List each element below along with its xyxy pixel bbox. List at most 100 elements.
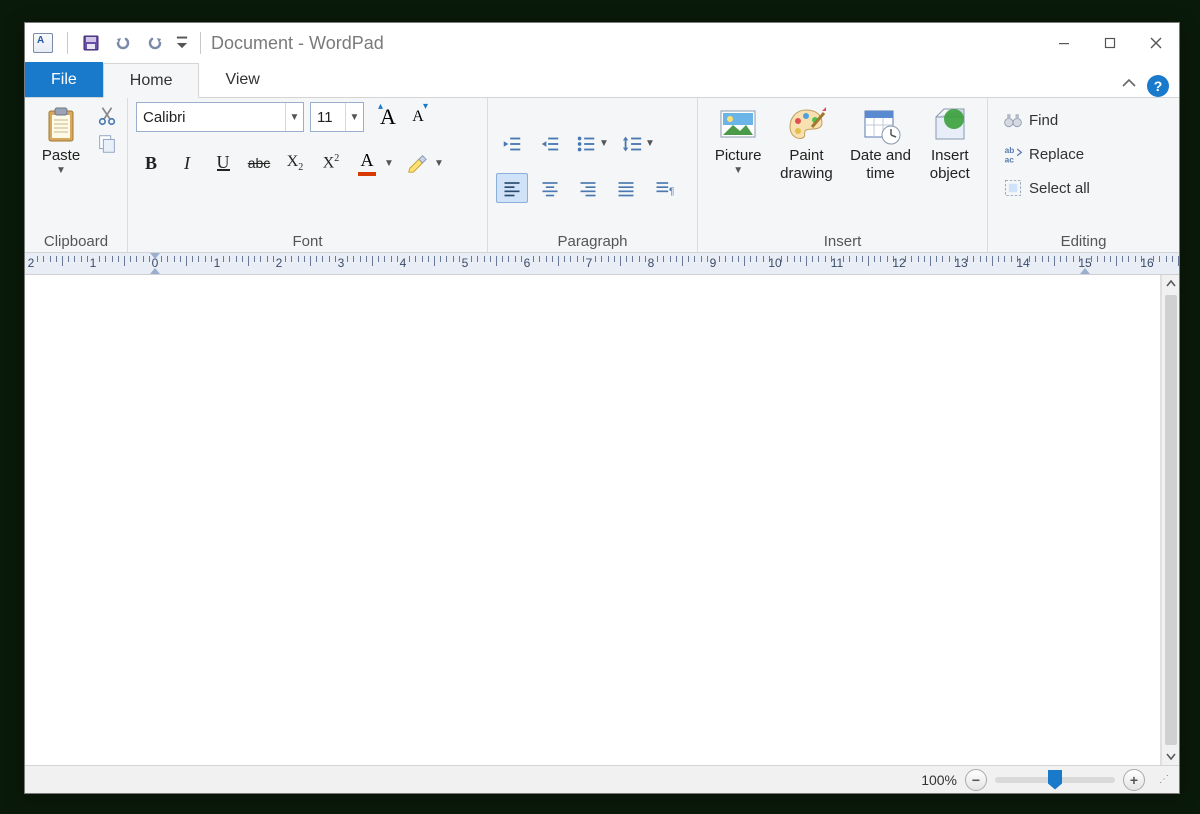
replace-button[interactable]: abac Replace <box>996 138 1091 170</box>
tab-view[interactable]: View <box>199 62 285 97</box>
italic-button[interactable]: I <box>172 148 202 178</box>
zoom-in-button[interactable]: + <box>1123 769 1145 791</box>
select-all-icon <box>1003 178 1023 198</box>
save-button[interactable] <box>78 30 104 56</box>
copy-icon <box>96 133 118 155</box>
find-label: Find <box>1029 112 1058 129</box>
maximize-icon <box>1104 37 1116 49</box>
increase-indent-button[interactable] <box>534 129 566 159</box>
align-right-button[interactable] <box>572 173 604 203</box>
close-button[interactable] <box>1133 23 1179 63</box>
justify-icon <box>616 178 636 198</box>
dropdown-icon: ▼ <box>733 165 743 176</box>
ribbon: Paste ▼ Clipboard <box>25 98 1179 253</box>
zoom-thumb[interactable] <box>1048 770 1062 790</box>
group-editing: Find abac Replace Select all Editing <box>988 98 1179 252</box>
scrollbar-track[interactable] <box>1165 295 1177 745</box>
insert-picture-label: Picture <box>715 147 762 165</box>
cut-button[interactable] <box>95 104 119 128</box>
maximize-button[interactable] <box>1087 23 1133 63</box>
group-clipboard: Paste ▼ Clipboard <box>25 98 128 252</box>
shrink-font-button[interactable]: ▾A <box>404 103 432 131</box>
title-bar: Document - WordPad <box>25 23 1179 63</box>
align-right-icon <box>578 178 598 198</box>
find-button[interactable]: Find <box>996 104 1065 136</box>
font-name-input[interactable] <box>137 103 285 131</box>
dropdown-icon[interactable]: ▼ <box>345 103 363 131</box>
minimize-icon <box>1058 37 1070 49</box>
dropdown-icon[interactable]: ▼ <box>285 103 303 131</box>
line-spacing-button[interactable]: ▼ <box>618 129 658 159</box>
resize-grip[interactable]: ⋰ <box>1159 774 1169 785</box>
font-size-input[interactable] <box>311 103 345 131</box>
fontcolor-swatch <box>358 172 376 176</box>
qat-customize-button[interactable] <box>174 30 190 56</box>
document-page[interactable] <box>25 275 1161 765</box>
vertical-scrollbar[interactable] <box>1161 275 1179 765</box>
align-center-button[interactable] <box>534 173 566 203</box>
replace-icon: abac <box>1003 144 1023 164</box>
tab-file[interactable]: File <box>25 62 103 97</box>
decrease-indent-button[interactable] <box>496 129 528 159</box>
justify-button[interactable] <box>610 173 642 203</box>
tab-home[interactable]: Home <box>103 63 200 98</box>
grow-font-button[interactable]: ▴A <box>374 103 402 131</box>
subscript-button[interactable]: X2 <box>280 148 310 178</box>
redo-button[interactable] <box>142 30 168 56</box>
group-paragraph-label: Paragraph <box>496 229 689 252</box>
inc-indent-icon <box>539 133 561 155</box>
group-editing-label: Editing <box>996 229 1171 252</box>
close-icon <box>1150 37 1162 49</box>
underline-button[interactable]: U <box>208 148 238 178</box>
font-size-combo[interactable]: ▼ <box>310 102 364 132</box>
zoom-slider[interactable] <box>995 777 1115 783</box>
paragraph-icon: ¶ <box>654 178 674 198</box>
copy-button[interactable] <box>95 132 119 156</box>
scroll-up-button[interactable] <box>1162 275 1180 293</box>
scissors-icon <box>96 105 118 127</box>
paste-button[interactable]: Paste ▼ <box>33 102 89 179</box>
replace-label: Replace <box>1029 146 1084 163</box>
clipboard-icon <box>41 105 81 145</box>
minimize-button[interactable] <box>1041 23 1087 63</box>
calendar-clock-icon <box>861 105 901 145</box>
chevron-up-icon <box>1121 75 1137 91</box>
group-clipboard-label: Clipboard <box>33 229 119 252</box>
separator <box>67 32 68 54</box>
ruler[interactable]: 21012345678910111213141516 <box>25 253 1179 275</box>
redo-icon <box>146 34 164 52</box>
object-icon <box>930 105 970 145</box>
group-insert-label: Insert <box>706 229 979 252</box>
chevron-down-icon <box>1165 750 1177 762</box>
insert-picture-button[interactable]: Picture ▼ <box>706 102 770 229</box>
bullets-icon <box>575 133 597 155</box>
zoom-out-button[interactable]: − <box>965 769 987 791</box>
paragraph-dialog-button[interactable]: ¶ <box>648 173 680 203</box>
dropdown-icon <box>174 34 190 52</box>
bullets-button[interactable]: ▼ <box>572 129 612 159</box>
bold-button[interactable]: B <box>136 148 166 178</box>
group-font-label: Font <box>136 229 479 252</box>
insert-paint-button[interactable]: Paint drawing <box>772 102 840 229</box>
select-all-label: Select all <box>1029 180 1090 197</box>
font-name-combo[interactable]: ▼ <box>136 102 304 132</box>
font-color-button[interactable]: A ▼ <box>352 148 396 178</box>
dropdown-icon: ▼ <box>56 165 66 176</box>
highlighter-icon <box>406 152 428 174</box>
scroll-down-button[interactable] <box>1162 747 1180 765</box>
highlight-button[interactable]: ▼ <box>402 148 446 178</box>
wordpad-window: Document - WordPad File Home View ? <box>24 22 1180 794</box>
help-button[interactable]: ? <box>1147 75 1169 97</box>
minimize-ribbon-button[interactable] <box>1115 69 1143 97</box>
align-left-button[interactable] <box>496 173 528 203</box>
align-center-icon <box>540 178 560 198</box>
strikethrough-button[interactable]: abc <box>244 148 274 178</box>
separator <box>200 32 201 54</box>
insert-datetime-button[interactable]: Date and time <box>843 102 919 229</box>
select-all-button[interactable]: Select all <box>996 172 1097 204</box>
undo-button[interactable] <box>110 30 136 56</box>
picture-icon <box>718 105 758 145</box>
group-paragraph: ▼ ▼ ¶ Paragraph <box>488 98 698 252</box>
superscript-button[interactable]: X2 <box>316 148 346 178</box>
insert-object-button[interactable]: Insert object <box>921 102 980 229</box>
